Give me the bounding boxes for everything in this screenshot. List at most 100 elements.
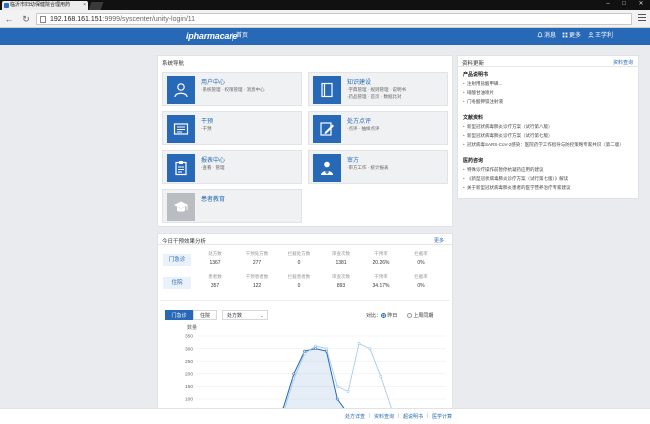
resource-group-heading: 产品说明书 <box>463 72 489 78</box>
nav-card-sub: ·字典管理 · 规则管理 · 说明书 <box>347 87 406 92</box>
footer-sep: | <box>369 413 371 419</box>
radio-yesterday[interactable]: 昨日 <box>381 312 397 319</box>
more-button[interactable]: 更多 <box>562 32 581 41</box>
nav-card-report-center[interactable]: 报表中心 ·查看 · 管理 <box>162 150 302 184</box>
stat-header: 审查次数 <box>332 251 350 256</box>
nav-card-sub: ·审方工作 · 统计报表 <box>347 165 389 170</box>
chart-point[interactable] <box>292 377 296 381</box>
stat-header: 干预率 <box>374 251 388 256</box>
stat-value: 0% <box>417 283 425 289</box>
maximize-button[interactable]: □ <box>616 0 632 9</box>
browser-tab-title: 临沂市妇幼保健院合理用药 <box>10 2 71 8</box>
footer-link-resource-query[interactable]: 资料查询 <box>374 413 394 420</box>
nav-card-intervention[interactable]: 干预 ·干预 <box>162 111 302 145</box>
intervention-line-chart: 数量 100 150 200 250 300 350 <box>164 322 449 408</box>
stat-header: 拦截处方数 <box>287 251 311 256</box>
resource-item[interactable]: 注射用盐酸甲磺... <box>463 81 502 87</box>
resource-item[interactable]: 特殊诊疗操作前暂停抗凝药应用的建议 <box>463 167 543 173</box>
stat-header: 审查次数 <box>332 274 350 279</box>
tab-inpatient[interactable]: 住院 <box>193 310 217 320</box>
home-link[interactable]: 首页 <box>236 32 248 41</box>
nav-card-knowledge[interactable]: 知识建设 ·字典管理 · 规则管理 · 说明书 ·药品管理 · 首页 · 数据比… <box>308 72 448 106</box>
chart-point[interactable] <box>346 390 350 393</box>
tab-outpatient[interactable]: 门急诊 <box>165 310 193 320</box>
nav-card-prescription-review[interactable]: 处方点评 ·点评 · 抽样点评 <box>308 111 448 145</box>
chart-point[interactable] <box>314 344 317 348</box>
stat-header: 拦截患者数 <box>287 274 311 279</box>
chart-point[interactable] <box>357 342 361 345</box>
chart-point[interactable] <box>335 397 339 401</box>
book-icon <box>321 82 333 98</box>
close-window-button[interactable]: ✕ <box>633 0 649 9</box>
browser-tab-bar: 临沂市妇幼保健院合理用药 × – □ ✕ <box>0 0 650 10</box>
nav-card-sub: ·干预 <box>201 126 212 131</box>
radio-unchecked-icon <box>407 313 412 318</box>
metric-select[interactable]: 处方数 ⌄ <box>222 310 268 320</box>
education-icon-box <box>167 193 195 221</box>
reload-icon[interactable]: ↻ <box>20 13 32 25</box>
browser-tab[interactable]: 临沂市妇幼保健院合理用药 × <box>2 1 88 10</box>
nav-card-sub: ·查看 · 管理 <box>201 165 225 170</box>
resource-query-link[interactable]: 资料查询 <box>613 59 633 66</box>
chart-point[interactable] <box>314 347 317 351</box>
messages-button[interactable]: 消息 <box>537 32 556 41</box>
resource-item[interactable]: 新型冠状病毒肺炎诊疗方案（试行第七版） <box>463 133 552 139</box>
chart-point[interactable] <box>325 347 328 351</box>
footer-link-medical-calculator[interactable]: 医学计算 <box>432 413 452 420</box>
more-link[interactable]: 更多 <box>434 237 444 244</box>
stat-label-outpatient: 门急诊 <box>163 254 191 266</box>
resource-item[interactable]: 关于新型冠状病毒肺炎患者的医学营养治疗专家建议 <box>463 185 570 191</box>
resource-item[interactable]: 硝酸甘油喷片 <box>463 90 494 96</box>
system-nav-title: 系统导航 <box>162 61 185 67</box>
close-tab-icon[interactable]: × <box>83 1 86 10</box>
resource-item[interactable]: 《新型冠状病毒肺炎诊疗方案（试行第七版）》解读 <box>463 176 568 182</box>
stat-header: 拦截率 <box>414 274 428 279</box>
nav-card-title: 处方点评 <box>347 119 372 125</box>
chart-y-tick-label: 100 <box>185 397 193 403</box>
stats-divider <box>160 300 450 301</box>
stat-value: 0 <box>297 260 301 266</box>
nav-card-patient-education[interactable]: 患者教育 <box>162 189 302 223</box>
compare-label: 对比： <box>366 313 382 319</box>
chart-point[interactable] <box>303 349 307 353</box>
browser-menu-icon[interactable] <box>638 14 646 22</box>
report-icon-box <box>167 154 195 182</box>
url-input[interactable]: 192.168.161.151:9999/syscenter/unity-log… <box>36 13 632 25</box>
new-tab-button[interactable] <box>88 2 104 10</box>
resource-item[interactable]: 冠状病毒SARS-CoV-2感染：医院药学工作指导与防控策略专家共识（第二版） <box>463 142 624 148</box>
brand-logo[interactable]: ipharmacare <box>186 31 238 41</box>
chart-point[interactable] <box>303 352 307 356</box>
radio-last-week[interactable]: 上周同期 <box>407 312 433 319</box>
nav-card-prescription-audit[interactable]: 审方 ·审方工作 · 统计报表 <box>308 150 448 184</box>
resource-item[interactable]: 新型冠状病毒肺炎诊疗方案（试行第八版） <box>463 124 552 130</box>
chart-point[interactable] <box>379 374 383 378</box>
chart-point[interactable] <box>292 372 296 376</box>
url-text: 192.168.161.151:9999/syscenter/unity-log… <box>50 16 196 23</box>
stat-value: 1381 <box>335 260 347 266</box>
stat-value: 0 <box>297 283 301 289</box>
nav-card-user-center[interactable]: 用户中心 ·系统管理 · 权限管理 · 消息中心 <box>162 72 302 106</box>
metric-select-value: 处方数 <box>227 313 243 319</box>
brand-divider <box>232 33 233 41</box>
footer-link-off-label[interactable]: 超说明书 <box>403 413 423 420</box>
stat-header: 干预处方数 <box>245 251 269 256</box>
footer-bar: 处方详查 | 资料查询 | 超说明书 | 医学计算 <box>0 408 650 424</box>
panel-divider <box>158 244 452 245</box>
user-name: 王学利 <box>595 33 614 39</box>
chart-point[interactable] <box>368 347 372 351</box>
stat-value: 1367 <box>209 260 221 266</box>
user-icon <box>588 32 594 38</box>
minimize-button[interactable]: – <box>600 0 616 9</box>
footer-link-prescription-detail[interactable]: 处方详查 <box>345 413 365 420</box>
stat-header: 拦截率 <box>414 251 428 256</box>
nav-card-sub2: ·药品管理 · 首页 · 数据比对 <box>347 94 402 99</box>
back-arrow-icon[interactable]: ← <box>3 13 15 25</box>
resource-item[interactable]: 门冬酸钾镁注射液 <box>463 99 503 105</box>
user-menu[interactable]: 王学利 <box>588 32 613 41</box>
list-icon <box>173 123 189 135</box>
radio-checked-icon <box>381 313 386 318</box>
chart-y-tick-label: 350 <box>185 334 193 340</box>
intervention-icon-box <box>167 115 195 143</box>
chart-point[interactable] <box>335 385 339 388</box>
stat-label-inpatient: 住院 <box>163 277 191 289</box>
